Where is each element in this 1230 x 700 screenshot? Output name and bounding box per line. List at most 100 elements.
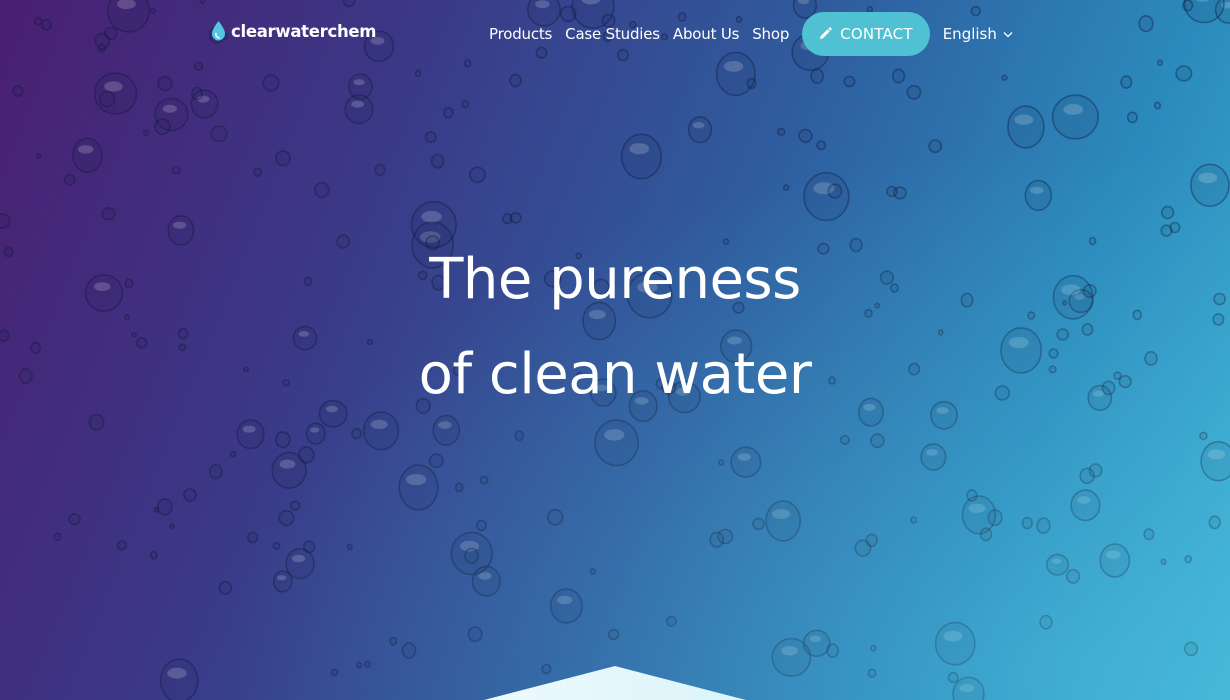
water-droplet	[906, 84, 922, 100]
water-droplet-highlight	[737, 453, 751, 461]
water-droplet	[272, 542, 281, 551]
water-droplet	[297, 446, 315, 464]
water-droplet	[549, 588, 584, 624]
water-droplet	[169, 523, 175, 530]
nav-link-shop[interactable]: Shop	[752, 25, 789, 43]
section-divider-arrow	[484, 666, 746, 700]
water-droplet-highlight	[353, 79, 365, 86]
water-droplet	[826, 643, 839, 658]
water-droplet	[424, 131, 437, 144]
nav-link-products[interactable]: Products	[489, 25, 552, 43]
water-droplet-highlight	[557, 595, 573, 605]
water-droplet	[93, 72, 138, 115]
water-droplet	[285, 547, 315, 580]
water-droplet	[1157, 59, 1164, 66]
water-droplet	[33, 16, 43, 26]
water-droplet	[1175, 65, 1193, 82]
water-droplet	[1070, 489, 1101, 522]
contact-button-label: CONTACT	[840, 25, 913, 43]
water-droplet	[247, 531, 259, 544]
water-droplet-highlight	[968, 503, 986, 513]
water-droplet	[1143, 528, 1155, 541]
water-droplet-highlight	[78, 145, 94, 154]
water-droplet-highlight	[162, 104, 177, 113]
water-droplet	[546, 508, 564, 526]
water-droplet	[1199, 431, 1208, 440]
water-droplet-highlight	[926, 449, 938, 456]
water-droplet	[274, 431, 291, 449]
water-droplet	[687, 116, 713, 144]
water-droplet	[1045, 553, 1070, 576]
water-droplet	[116, 540, 128, 551]
water-droplet	[1182, 0, 1194, 12]
nav-link-about-us[interactable]: About Us	[673, 25, 740, 43]
water-droplet	[782, 184, 790, 191]
water-droplet	[68, 512, 81, 526]
water-droplet	[1190, 163, 1230, 208]
water-droplet	[208, 464, 223, 480]
contact-button[interactable]: CONTACT	[802, 12, 930, 56]
water-droplet	[194, 61, 204, 72]
water-droplet-highlight	[1051, 558, 1062, 564]
water-droplet	[843, 75, 856, 88]
language-selector[interactable]: English	[943, 25, 1013, 43]
water-droplet-highlight	[104, 81, 123, 92]
water-droplet	[776, 127, 786, 137]
water-droplet	[752, 517, 765, 530]
water-droplet-highlight	[1105, 550, 1121, 559]
water-droplet	[909, 516, 918, 524]
water-droplet	[1126, 111, 1138, 124]
water-droplet-highlight	[276, 575, 287, 581]
water-droplet	[342, 0, 356, 8]
water-droplet-highlight	[279, 459, 296, 469]
water-droplet	[666, 615, 677, 627]
water-droplet	[589, 568, 597, 575]
water-droplet	[1065, 568, 1081, 584]
brand-name: clearwaterchem	[231, 21, 377, 41]
water-droplet	[64, 173, 76, 186]
water-droplet	[1079, 467, 1095, 485]
water-droplet-highlight	[351, 100, 364, 108]
hero-headline-line-1: The pureness	[429, 247, 801, 312]
water-droplet	[374, 163, 386, 177]
water-droplet	[0, 213, 11, 229]
water-droplet	[398, 464, 439, 511]
water-droplet	[620, 133, 663, 180]
water-droplet	[183, 488, 197, 502]
water-droplet	[1183, 641, 1199, 657]
water-droplet	[1001, 74, 1008, 81]
water-droplet-highlight	[781, 646, 799, 656]
main-navigation: Products Case Studies About Us Shop CONT…	[489, 12, 1013, 56]
water-droplet	[72, 137, 103, 174]
water-droplet	[1039, 614, 1053, 630]
water-droplet	[928, 139, 943, 154]
water-droplet	[12, 85, 24, 97]
water-droplet-highlight	[310, 427, 320, 433]
language-label: English	[942, 25, 997, 43]
water-droplet-highlight	[1198, 172, 1218, 184]
water-droplet	[1160, 205, 1175, 220]
water-droplet	[142, 129, 149, 137]
water-droplet-highlight	[604, 429, 625, 441]
site-logo[interactable]: clearwaterchem	[210, 20, 377, 42]
water-drop-icon	[210, 20, 227, 42]
water-droplet	[798, 128, 813, 143]
water-droplet	[346, 543, 354, 551]
water-droplet	[463, 59, 472, 68]
water-droplet	[389, 636, 398, 646]
water-droplet-highlight	[1063, 104, 1083, 115]
water-droplet	[210, 125, 228, 143]
water-droplet	[289, 500, 301, 511]
water-droplet-highlight	[943, 630, 963, 642]
water-droplet	[171, 165, 181, 175]
water-droplet	[154, 97, 189, 132]
nav-link-case-studies[interactable]: Case Studies	[565, 25, 660, 43]
water-droplet-highlight	[692, 122, 705, 129]
water-droplet	[401, 642, 417, 659]
water-droplet	[149, 550, 158, 560]
water-droplet	[509, 212, 522, 224]
water-droplet	[816, 140, 827, 151]
water-droplet-highlight	[172, 221, 187, 229]
water-droplet	[1184, 554, 1193, 564]
water-droplet	[101, 206, 116, 221]
